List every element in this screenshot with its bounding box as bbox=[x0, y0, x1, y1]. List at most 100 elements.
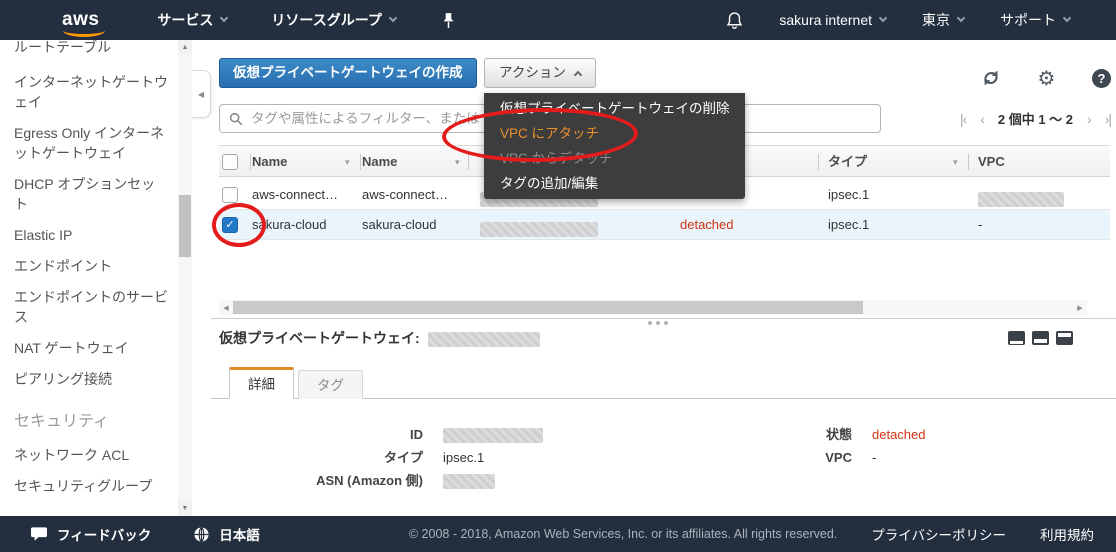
navbar-right: sakura internet 東京 サポート bbox=[726, 10, 1116, 30]
sort-caret-icon[interactable]: ▾ bbox=[455, 146, 460, 178]
notifications-bell-icon[interactable] bbox=[726, 11, 743, 30]
cell-status: detached bbox=[680, 217, 734, 232]
terms-link[interactable]: 利用規約 bbox=[1040, 524, 1094, 544]
speech-bubble-icon bbox=[31, 527, 47, 541]
menu-item-delete-vgw[interactable]: 仮想プライベートゲートウェイの削除 bbox=[484, 96, 745, 121]
column-divider bbox=[250, 154, 251, 170]
pagination-first-icon[interactable]: |‹ bbox=[960, 111, 967, 127]
chevron-down-icon bbox=[388, 13, 398, 23]
aws-logo[interactable]: aws bbox=[62, 9, 106, 37]
chevron-down-icon bbox=[220, 13, 229, 23]
sidebar-section-security: セキュリティ bbox=[14, 413, 110, 430]
scroll-down-arrow-icon[interactable]: ▼ bbox=[178, 501, 192, 516]
pane-layout-controls bbox=[1008, 331, 1073, 345]
pagination: |‹ ‹ 2 個中 1 ～ 2 › ›| bbox=[875, 104, 1112, 133]
sidebar-collapse-tab[interactable]: ◀ bbox=[192, 70, 211, 118]
top-navbar: aws サービス リソースグループ sakura internet 東京 サポー… bbox=[0, 0, 1116, 40]
scroll-left-arrow-icon[interactable]: ◀ bbox=[219, 300, 233, 315]
nav-region-label: 東京 bbox=[922, 12, 950, 28]
sort-caret-icon[interactable]: ▾ bbox=[953, 146, 958, 178]
toolbar-icons: ⚙ ? bbox=[981, 68, 1111, 88]
gear-icon[interactable]: ⚙ bbox=[1038, 68, 1056, 88]
select-all-checkbox[interactable] bbox=[222, 154, 238, 170]
cell-name: aws-connect… bbox=[252, 187, 338, 202]
sidebar-item-dhcp-option-set[interactable]: DHCP オプションセット bbox=[14, 174, 168, 214]
nav-support-menu[interactable]: サポート bbox=[1000, 10, 1072, 30]
cell-type: ipsec.1 bbox=[828, 217, 870, 232]
panel-divider bbox=[211, 318, 1116, 319]
cell-name2: sakura-cloud bbox=[362, 217, 437, 232]
cell-vpc-redacted bbox=[978, 180, 1064, 210]
pin-icon[interactable] bbox=[442, 12, 455, 29]
nav-support-label: サポート bbox=[1000, 12, 1056, 28]
pagination-label: 2 個中 1 ～ 2 bbox=[997, 112, 1074, 127]
pane-layout-top-icon[interactable] bbox=[1056, 331, 1073, 345]
pagination-last-icon[interactable]: ›| bbox=[1105, 111, 1112, 127]
detail-panel-title: 仮想プライベートゲートウェイ: bbox=[219, 328, 540, 348]
scroll-up-arrow-icon[interactable]: ▲ bbox=[178, 40, 192, 55]
pane-layout-half-icon[interactable] bbox=[1032, 331, 1049, 345]
sidebar-item-security-group[interactable]: セキュリティグループ bbox=[14, 476, 168, 496]
row-checkbox[interactable] bbox=[222, 187, 238, 203]
sidebar-item-egress-only-igw[interactable]: Egress Only インターネットゲートウェイ bbox=[14, 123, 168, 163]
nav-resource-groups-menu[interactable]: リソースグループ bbox=[271, 10, 398, 30]
menu-item-detach-from-vpc: VPC からデタッチ bbox=[500, 151, 613, 166]
sidebar-scrollbar[interactable]: ▲ ▼ bbox=[178, 40, 192, 516]
sidebar-item-internet-gateway[interactable]: インターネットゲートウェイ bbox=[14, 72, 168, 112]
tab-tags[interactable]: タグ bbox=[298, 370, 363, 399]
column-divider bbox=[468, 154, 469, 170]
sidebar-item-route-tables[interactable]: ルートテーブル bbox=[14, 40, 168, 57]
horizontal-scrollbar[interactable]: ◀ ▶ bbox=[219, 300, 1087, 315]
cell-name2: aws-connect… bbox=[362, 187, 448, 202]
help-icon[interactable]: ? bbox=[1092, 68, 1111, 88]
privacy-policy-link[interactable]: プライバシーポリシー bbox=[871, 524, 1006, 544]
navbar-left: aws サービス リソースグループ bbox=[0, 9, 455, 37]
cell-id-redacted bbox=[480, 210, 598, 240]
tab-details[interactable]: 詳細 bbox=[229, 367, 294, 399]
nav-region-menu[interactable]: 東京 bbox=[922, 10, 966, 30]
menu-item-attach-to-vpc[interactable]: VPC にアタッチ bbox=[484, 121, 745, 146]
collapse-left-arrow-icon: ◀ bbox=[197, 89, 205, 99]
globe-icon bbox=[194, 526, 209, 542]
cell-name: sakura-cloud bbox=[252, 217, 327, 232]
feedback-button[interactable]: フィードバック bbox=[30, 524, 151, 544]
actions-button[interactable]: アクション bbox=[484, 58, 596, 88]
field-asn: ASN (Amazon 側) bbox=[211, 472, 671, 490]
sidebar-item-nat-gateway[interactable]: NAT ゲートウェイ bbox=[14, 338, 168, 358]
horizontal-scrollbar-thumb[interactable] bbox=[233, 301, 863, 314]
sidebar-item-endpoint[interactable]: エンドポイント bbox=[14, 256, 168, 276]
column-header-vpc[interactable]: VPC bbox=[978, 146, 1005, 178]
sidebar-scrollbar-thumb[interactable] bbox=[179, 195, 191, 257]
create-vgw-button[interactable]: 仮想プライベートゲートウェイの作成 bbox=[219, 58, 477, 88]
menu-item-edit-tags[interactable]: タグの追加/編集 bbox=[484, 171, 745, 196]
panel-drag-handle[interactable] bbox=[648, 321, 668, 325]
pagination-next-icon[interactable]: › bbox=[1087, 111, 1092, 127]
cell-type: ipsec.1 bbox=[828, 187, 870, 202]
chevron-down-icon bbox=[1062, 13, 1072, 23]
language-selector[interactable]: 日本語 bbox=[193, 524, 260, 544]
aws-console-page: aws サービス リソースグループ sakura internet 東京 サポー… bbox=[0, 0, 1116, 552]
pane-layout-bottom-icon[interactable] bbox=[1008, 331, 1025, 345]
scroll-right-arrow-icon[interactable]: ▶ bbox=[1073, 300, 1087, 315]
row-checkbox-checked[interactable]: ✓ bbox=[222, 217, 238, 233]
sidebar-item-elastic-ip[interactable]: Elastic IP bbox=[14, 225, 168, 245]
column-header-name2[interactable]: Name bbox=[362, 146, 397, 178]
sidebar-item-network-acl[interactable]: ネットワーク ACL bbox=[14, 445, 168, 465]
nav-account-label: sakura internet bbox=[779, 12, 872, 28]
nav-services-menu[interactable]: サービス bbox=[157, 10, 229, 30]
sort-caret-icon[interactable]: ▾ bbox=[345, 146, 350, 178]
footer: フィードバック 日本語 © 2008 - 2018, Amazon Web Se… bbox=[0, 516, 1116, 552]
table-row-sakura-cloud[interactable]: ✓ sakura-cloud sakura-cloud detached ips… bbox=[219, 210, 1110, 240]
vpc-sidebar: ルートテーブル インターネットゲートウェイ Egress Only インターネッ… bbox=[0, 40, 178, 516]
column-header-name[interactable]: Name bbox=[252, 146, 287, 178]
chevron-up-icon bbox=[573, 70, 583, 79]
column-header-type[interactable]: タイプ bbox=[828, 146, 867, 178]
sidebar-item-peering[interactable]: ピアリング接続 bbox=[14, 369, 168, 389]
refresh-icon[interactable] bbox=[981, 68, 1001, 88]
aws-logo-text: aws bbox=[62, 9, 100, 30]
sidebar-item-endpoint-service[interactable]: エンドポイントのサービス bbox=[14, 287, 168, 327]
nav-account-menu[interactable]: sakura internet bbox=[779, 12, 888, 28]
cell-vpc: - bbox=[978, 217, 983, 232]
pagination-prev-icon[interactable]: ‹ bbox=[980, 111, 985, 127]
redacted-id-block bbox=[427, 331, 540, 347]
